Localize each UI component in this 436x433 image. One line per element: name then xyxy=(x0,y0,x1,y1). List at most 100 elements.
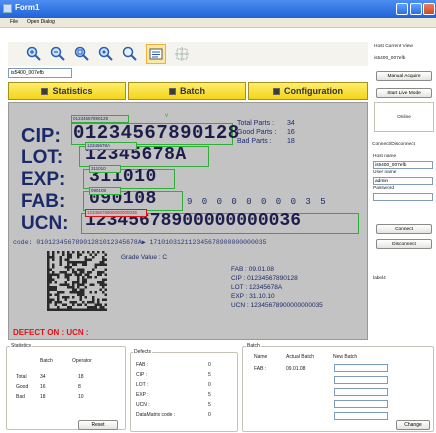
minimize-button[interactable] xyxy=(396,3,408,15)
image-view-button[interactable] xyxy=(146,44,166,64)
fab-trailing-digits: 9 0 0 0 0 0 0 0 3 5 xyxy=(187,197,328,207)
exp-label: EXP: xyxy=(21,169,66,190)
decoded-info: FAB : 09.01.08 CIP : 01234567890128 LOT … xyxy=(231,265,323,310)
exp-small-box: 311010 xyxy=(89,165,121,173)
menu-open-dialog[interactable]: Open Dialog xyxy=(27,19,55,25)
lot-small-box: 12345678A xyxy=(85,142,137,150)
datamatrix-icon xyxy=(47,251,107,311)
change-button[interactable]: Change xyxy=(396,420,430,430)
zoom-in-button[interactable] xyxy=(24,44,44,64)
tab-label: Configuration xyxy=(284,86,343,96)
device-name-field[interactable]: is5400_007efb xyxy=(8,68,72,78)
online-status: Online xyxy=(397,114,411,120)
fab-label: FAB: xyxy=(21,191,66,212)
defect-row: UCN :5 xyxy=(136,402,211,408)
title-bar: Form1 xyxy=(0,0,436,18)
row-good-label: Good xyxy=(16,384,29,390)
ucn-defect-box: 12345678900000000036 xyxy=(85,209,147,217)
good-parts: Good Parts :16 xyxy=(237,129,295,136)
zoom-area-icon xyxy=(98,46,113,61)
table-icon xyxy=(41,87,49,95)
datamatrix-code xyxy=(47,251,107,311)
new-batch-input-4[interactable] xyxy=(334,400,388,408)
fab-small-box: 090108 xyxy=(89,187,121,195)
inspection-image-panel[interactable]: v CIP: 01234567890128 01234567890128 Tot… xyxy=(8,102,368,340)
close-button[interactable] xyxy=(423,3,435,15)
crop-icon xyxy=(175,47,189,61)
row-bad-label: Bad xyxy=(16,394,25,400)
zoom-area-button[interactable] xyxy=(96,44,116,64)
connect-button[interactable]: Connect xyxy=(376,224,432,234)
decoded-code-line: code: 0101234567890128101234567​8A▶ 1710… xyxy=(13,239,267,246)
search-icon xyxy=(122,46,137,61)
manual-acquire-button[interactable]: Manual Acquire xyxy=(376,71,432,81)
toolbar xyxy=(8,42,368,66)
batch-group-title: Batch xyxy=(246,343,261,349)
zoom-in-icon xyxy=(26,46,41,61)
image-view-icon xyxy=(149,48,163,60)
total-parts: Total Parts :34 xyxy=(237,120,295,127)
menu-bar: File Open Dialog xyxy=(0,18,436,28)
label4: label4 xyxy=(373,276,386,281)
zoom-out-icon xyxy=(50,46,65,61)
zoom-fit-icon xyxy=(74,46,89,61)
defect-label: DEFECT ON : UCN : xyxy=(13,328,89,337)
defect-row: FAB :0 xyxy=(136,362,211,368)
tab-strip: Statistics Batch Configuration xyxy=(8,82,368,100)
menu-file[interactable]: File xyxy=(10,19,18,25)
info-ucn: UCN : 12345678900000000035 xyxy=(231,302,323,309)
defect-row: EXP :5 xyxy=(136,392,211,398)
cip-value: 01234567890128 xyxy=(73,122,240,144)
defects-group-title: Defects xyxy=(133,349,152,355)
table-icon xyxy=(168,87,176,95)
host-view-label: Host Current View xyxy=(374,44,413,49)
zoom-out-button[interactable] xyxy=(48,44,68,64)
host-view-value: is5400_007efb xyxy=(374,56,406,61)
new-batch-input-1[interactable] xyxy=(334,364,388,372)
defect-list: FAB :0 CIP :5 LOT :0 EXP :5 UCN :5 DataM… xyxy=(136,362,234,422)
window-title: Form1 xyxy=(15,3,40,12)
tab-label: Statistics xyxy=(52,86,93,96)
row-good-batch: 16 xyxy=(40,384,46,390)
zoom-fit-button[interactable] xyxy=(72,44,92,64)
crop-button[interactable] xyxy=(172,44,192,64)
right-panel: Host Current View is5400_007efb Manual A… xyxy=(370,42,436,342)
col-actual-batch: Actual Batch xyxy=(286,354,315,360)
defect-row: LOT :0 xyxy=(136,382,211,388)
user-name-label: User name xyxy=(373,170,397,175)
batch-row-actual: 09.01.08 xyxy=(286,366,306,372)
tab-batch[interactable]: Batch xyxy=(128,82,246,100)
online-status-box: Online xyxy=(374,102,434,132)
search-button[interactable] xyxy=(120,44,140,64)
new-batch-input-2[interactable] xyxy=(334,376,388,384)
col-batch: Batch xyxy=(40,358,53,364)
password-label: Password xyxy=(373,186,395,191)
grade-value: Grade Value : C xyxy=(121,254,168,261)
row-good-operator: 8 xyxy=(78,384,81,390)
password-input[interactable] xyxy=(373,193,433,201)
app-icon xyxy=(3,4,12,13)
info-fab: FAB : 09.01.08 xyxy=(231,266,275,273)
cip-label: CIP: xyxy=(21,125,62,147)
new-batch-input-3[interactable] xyxy=(334,388,388,396)
maximize-button[interactable] xyxy=(410,3,422,15)
row-bad-batch: 18 xyxy=(40,394,46,400)
col-operator: Operator xyxy=(72,358,92,364)
user-name-input[interactable]: admin xyxy=(373,177,433,185)
start-live-mode-button[interactable]: Start Live Mode xyxy=(376,88,432,98)
batch-row-name: FAB : xyxy=(254,366,267,372)
col-name: Name xyxy=(254,354,268,360)
host-name-label: Host name xyxy=(373,154,397,159)
new-batch-input-5[interactable] xyxy=(334,412,388,420)
ucn-label: UCN: xyxy=(21,213,69,234)
info-exp: EXP : 31.10.10 xyxy=(231,293,275,300)
lot-label: LOT: xyxy=(21,147,64,168)
host-name-input[interactable]: is5400_007efb xyxy=(373,161,433,169)
info-lot: LOT : 12345678A xyxy=(231,284,283,291)
crosshair-marker: v xyxy=(165,113,168,119)
tab-configuration[interactable]: Configuration xyxy=(248,82,368,100)
disconnect-button[interactable]: Disconnect xyxy=(376,239,432,249)
row-total-batch: 34 xyxy=(40,374,46,380)
tab-statistics[interactable]: Statistics xyxy=(8,82,126,100)
reset-button[interactable]: Reset xyxy=(78,420,118,430)
